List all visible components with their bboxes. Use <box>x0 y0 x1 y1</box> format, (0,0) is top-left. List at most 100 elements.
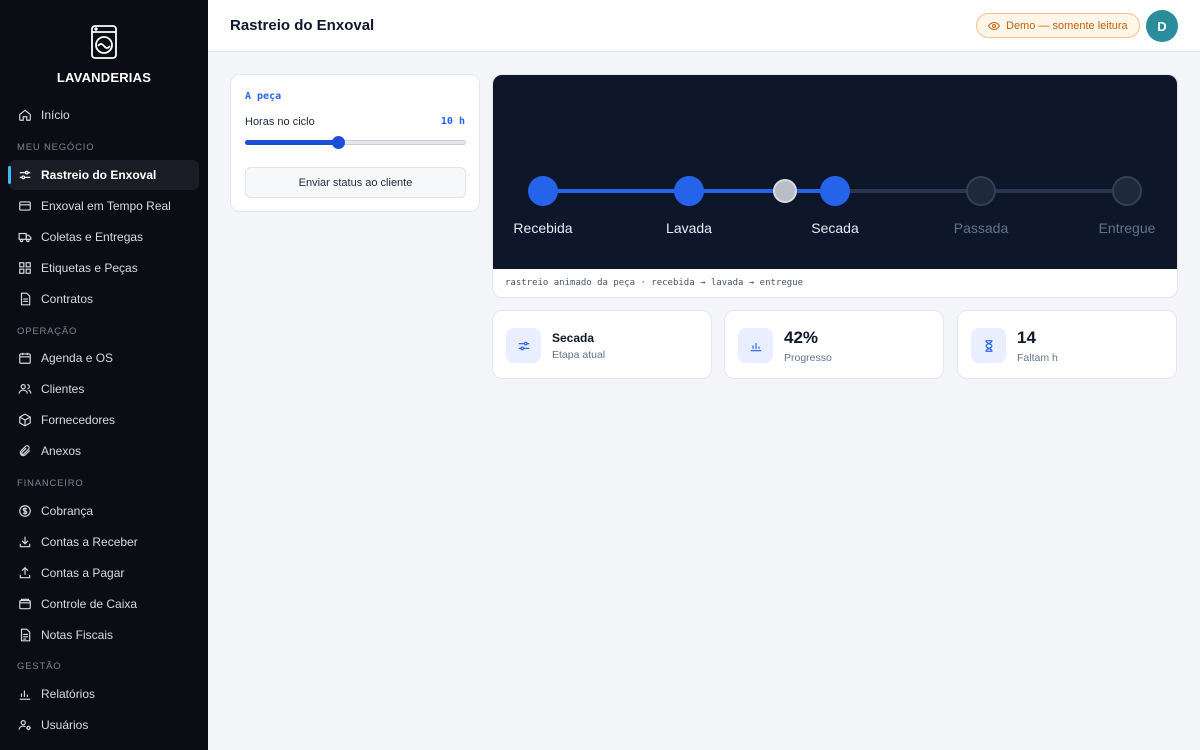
sidebar-item-label: Contratos <box>41 292 94 306</box>
section-title-gestao: GESTÃO <box>17 661 62 672</box>
section-title-meu-negocio: MEU NEGÓCIO <box>17 142 95 153</box>
sidebar-item-contas-a-pagar[interactable]: Contas a Pagar <box>9 558 199 588</box>
stat-card-hours-left: 14 Faltam h <box>957 310 1177 379</box>
sidebar-item-label: Cobrança <box>41 504 94 518</box>
sidebar-item-agenda-e-os[interactable]: Agenda e OS <box>9 343 199 373</box>
stage-label-recebida: Recebida <box>513 220 573 236</box>
stage-dot-recebida <box>528 176 558 206</box>
stat-value: Secada <box>552 331 595 345</box>
demo-readonly-badge: Demo — somente leitura <box>976 13 1140 38</box>
sidebar-item-label: Coletas e Entregas <box>41 230 144 244</box>
moving-piece-marker <box>773 179 798 203</box>
stat-label: Faltam h <box>1017 352 1058 364</box>
top-bar: Rastreio do Enxoval Demo — somente leitu… <box>208 0 1200 52</box>
truck-icon <box>18 232 32 243</box>
stat-icon-box <box>506 328 541 363</box>
sidebar-item-relatorios[interactable]: Relatórios <box>9 679 199 709</box>
sidebar-item-coletas-e-entregas[interactable]: Coletas e Entregas <box>9 222 199 252</box>
sliders-icon <box>19 170 31 180</box>
sidebar-item-rastreio-do-enxoval[interactable]: Rastreio do Enxoval <box>8 160 199 190</box>
tracker-card: Recebida Lavada Secada Passada Entregue rast… <box>492 74 1178 298</box>
eye-icon <box>988 21 1000 30</box>
sidebar: LAVANDERIAS Início MEU NEGÓCIO Rastreio … <box>0 0 208 750</box>
card-title: A peça <box>245 91 282 102</box>
sidebar-item-label: Notas Fiscais <box>41 628 114 642</box>
hours-slider[interactable] <box>245 135 466 149</box>
stat-label: Etapa atual <box>552 349 606 361</box>
sidebar-item-contratos[interactable]: Contratos <box>9 284 199 314</box>
stat-label: Progresso <box>784 352 832 364</box>
stat-card-progress: 42% Progresso <box>724 310 944 379</box>
sidebar-item-etiquetas-e-pecas[interactable]: Etiquetas e Peças <box>9 253 199 283</box>
sidebar-item-label: Clientes <box>41 382 85 396</box>
sidebar-item-label: Usuários <box>41 718 89 732</box>
users-icon <box>18 384 32 394</box>
sidebar-item-label: Rastreio do Enxoval <box>41 168 157 182</box>
home-icon <box>19 109 31 121</box>
sidebar-item-label: Relatórios <box>41 687 96 701</box>
sidebar-item-fornecedores[interactable]: Fornecedores <box>9 405 199 435</box>
page-title: Rastreio do Enxoval <box>230 17 375 34</box>
sidebar-item-label: Controle de Caixa <box>41 597 138 611</box>
demo-badge-label: Demo — somente leitura <box>1006 19 1128 32</box>
stat-card-current-stage: Secada Etapa atual <box>492 310 712 379</box>
stage-label-lavada: Lavada <box>666 220 712 236</box>
sidebar-item-label: Contas a Pagar <box>41 566 125 580</box>
hours-value: 10 h <box>440 116 465 127</box>
bar-chart-icon <box>750 342 761 351</box>
brand: LAVANDERIAS <box>0 0 208 96</box>
stage-label-secada: Secada <box>811 220 859 236</box>
piece-control-card: A peça Horas no ciclo 10 h Enviar status… <box>230 74 480 212</box>
sidebar-item-label: Etiquetas e Peças <box>41 261 138 275</box>
download-icon <box>19 536 31 548</box>
sidebar-item-clientes[interactable]: Clientes <box>9 374 199 404</box>
stage-label-entregue: Entregue <box>1098 220 1156 236</box>
dollar-icon <box>19 505 31 517</box>
slider-thumb[interactable] <box>331 136 345 149</box>
grid-icon <box>19 262 31 274</box>
upload-icon <box>19 566 31 579</box>
receipt-icon <box>20 628 31 642</box>
sidebar-item-anexos[interactable]: Anexos <box>9 436 199 466</box>
card-icon <box>19 201 31 211</box>
section-title-operacao: OPERAÇÃO <box>17 326 78 337</box>
user-avatar[interactable]: D <box>1146 10 1178 42</box>
slider-fill <box>245 140 338 145</box>
sidebar-item-label: Agenda e OS <box>41 351 114 365</box>
stage-dot-passada <box>966 176 996 206</box>
sidebar-item-inicio[interactable]: Início <box>9 100 199 130</box>
sliders-icon <box>518 341 529 350</box>
stat-value: 42% <box>784 328 819 347</box>
user-gear-icon <box>18 720 31 731</box>
sidebar-item-controle-de-caixa[interactable]: Controle de Caixa <box>9 589 199 619</box>
section-title-financeiro: FINANCEIRO <box>17 478 84 489</box>
sidebar-item-contas-a-receber[interactable]: Contas a Receber <box>9 527 199 557</box>
box-icon <box>19 413 31 427</box>
stat-value: 14 <box>1017 328 1036 347</box>
washing-machine-icon <box>91 25 117 59</box>
sidebar-item-label: Anexos <box>41 444 82 458</box>
hours-label: Horas no ciclo <box>245 116 315 128</box>
tracker-caption: rastreio animado da peça · recebida → la… <box>505 278 804 288</box>
hourglass-icon <box>984 339 993 352</box>
sidebar-item-cobranca[interactable]: Cobrança <box>9 496 199 526</box>
document-icon <box>20 292 31 306</box>
sidebar-item-label: Início <box>41 108 70 122</box>
bar-chart-icon <box>19 690 31 700</box>
stage-label-passada: Passada <box>953 220 1009 236</box>
stat-icon-box <box>971 328 1006 363</box>
stat-icon-box <box>738 328 773 363</box>
sidebar-item-label: Fornecedores <box>41 413 116 427</box>
brand-name: LAVANDERIAS <box>56 70 152 85</box>
sidebar-item-label: Contas a Receber <box>41 535 138 549</box>
send-status-button[interactable]: Enviar status ao cliente <box>245 167 466 198</box>
sidebar-item-enxoval-em-tempo-real[interactable]: Enxoval em Tempo Real <box>9 191 199 221</box>
stage-dot-entregue <box>1112 176 1142 206</box>
sidebar-item-usuarios[interactable]: Usuários <box>9 710 199 740</box>
stage-dot-lavada <box>674 176 704 206</box>
sidebar-item-label: Enxoval em Tempo Real <box>41 199 171 213</box>
stage-dot-secada <box>820 176 850 206</box>
paperclip-icon <box>19 445 31 457</box>
wallet-icon <box>19 598 31 610</box>
sidebar-item-notas-fiscais[interactable]: Notas Fiscais <box>9 620 199 650</box>
